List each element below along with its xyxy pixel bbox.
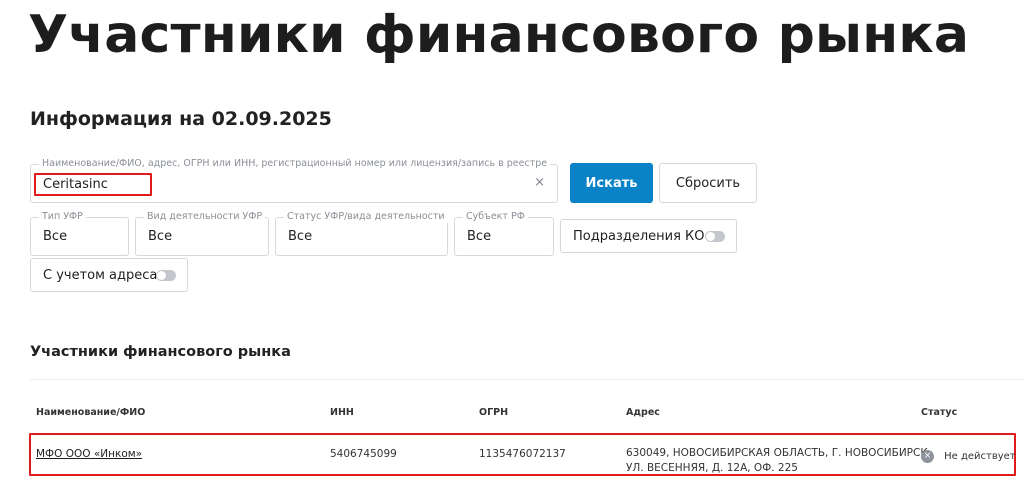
column-header-inn: ИНН <box>330 407 354 418</box>
section-divider <box>30 379 1024 380</box>
clear-icon[interactable]: × <box>534 175 545 190</box>
results-section-title: Участники финансового рынка <box>30 344 291 360</box>
search-button[interactable]: Искать <box>570 163 653 203</box>
search-field-label: Наименование/ФИО, адрес, ОГРН или ИНН, р… <box>39 158 551 170</box>
address-toggle-switch[interactable] <box>156 270 176 281</box>
filter-type-value: Все <box>43 229 68 244</box>
participant-address-line1: 630049, НОВОСИБИРСКАЯ ОБЛАСТЬ, Г. НОВОСИ… <box>626 447 932 459</box>
participant-address-line2: УЛ. ВЕСЕННЯЯ, Д. 12А, ОФ. 225 <box>626 462 798 474</box>
filter-status-value: Все <box>288 229 313 244</box>
column-header-name: Наименование/ФИО <box>36 407 146 418</box>
participant-status: × Не действует <box>921 446 1016 463</box>
participant-name-link[interactable]: МФО ООО «Инком» <box>36 447 142 461</box>
filter-activity-label: Вид деятельности УФР <box>144 211 266 223</box>
participant-address: 630049, НОВОСИБИРСКАЯ ОБЛАСТЬ, Г. НОВОСИ… <box>626 446 931 476</box>
filter-region-select[interactable]: Субъект РФ Все <box>454 211 554 256</box>
status-inactive-icon: × <box>921 450 934 463</box>
reset-button[interactable]: Сбросить <box>659 163 757 203</box>
filter-type-select[interactable]: Тип УФР Все <box>30 211 129 256</box>
filter-activity-select[interactable]: Вид деятельности УФР Все <box>135 211 269 256</box>
address-toggle-label: С учетом адреса <box>43 268 158 283</box>
search-field[interactable]: Наименование/ФИО, адрес, ОГРН или ИНН, р… <box>30 158 558 203</box>
filter-status-select[interactable]: Статус УФР/вида деятельности Все <box>275 211 448 256</box>
page-title: Участники финансового рынка <box>28 5 970 65</box>
column-header-ogrn: ОГРН <box>479 407 509 418</box>
filter-status-label: Статус УФР/вида деятельности <box>284 211 448 223</box>
branches-toggle-label: Подразделения КО <box>573 229 705 244</box>
column-header-status: Статус <box>921 407 958 418</box>
filter-region-value: Все <box>467 229 492 244</box>
participant-status-text: Не действует <box>944 451 1016 462</box>
branches-toggle-switch[interactable] <box>705 231 725 242</box>
branches-toggle-box[interactable]: Подразделения КО <box>560 219 737 253</box>
filter-type-label: Тип УФР <box>39 211 86 223</box>
participant-inn: 5406745099 <box>330 448 397 460</box>
filter-region-label: Субъект РФ <box>463 211 528 223</box>
filter-activity-value: Все <box>148 229 173 244</box>
search-input[interactable]: Ceritasinc <box>34 173 152 196</box>
info-date-heading: Информация на 02.09.2025 <box>30 108 332 130</box>
address-toggle-box[interactable]: С учетом адреса <box>30 258 188 292</box>
column-header-address: Адрес <box>626 407 660 418</box>
participant-ogrn: 1135476072137 <box>479 448 566 460</box>
